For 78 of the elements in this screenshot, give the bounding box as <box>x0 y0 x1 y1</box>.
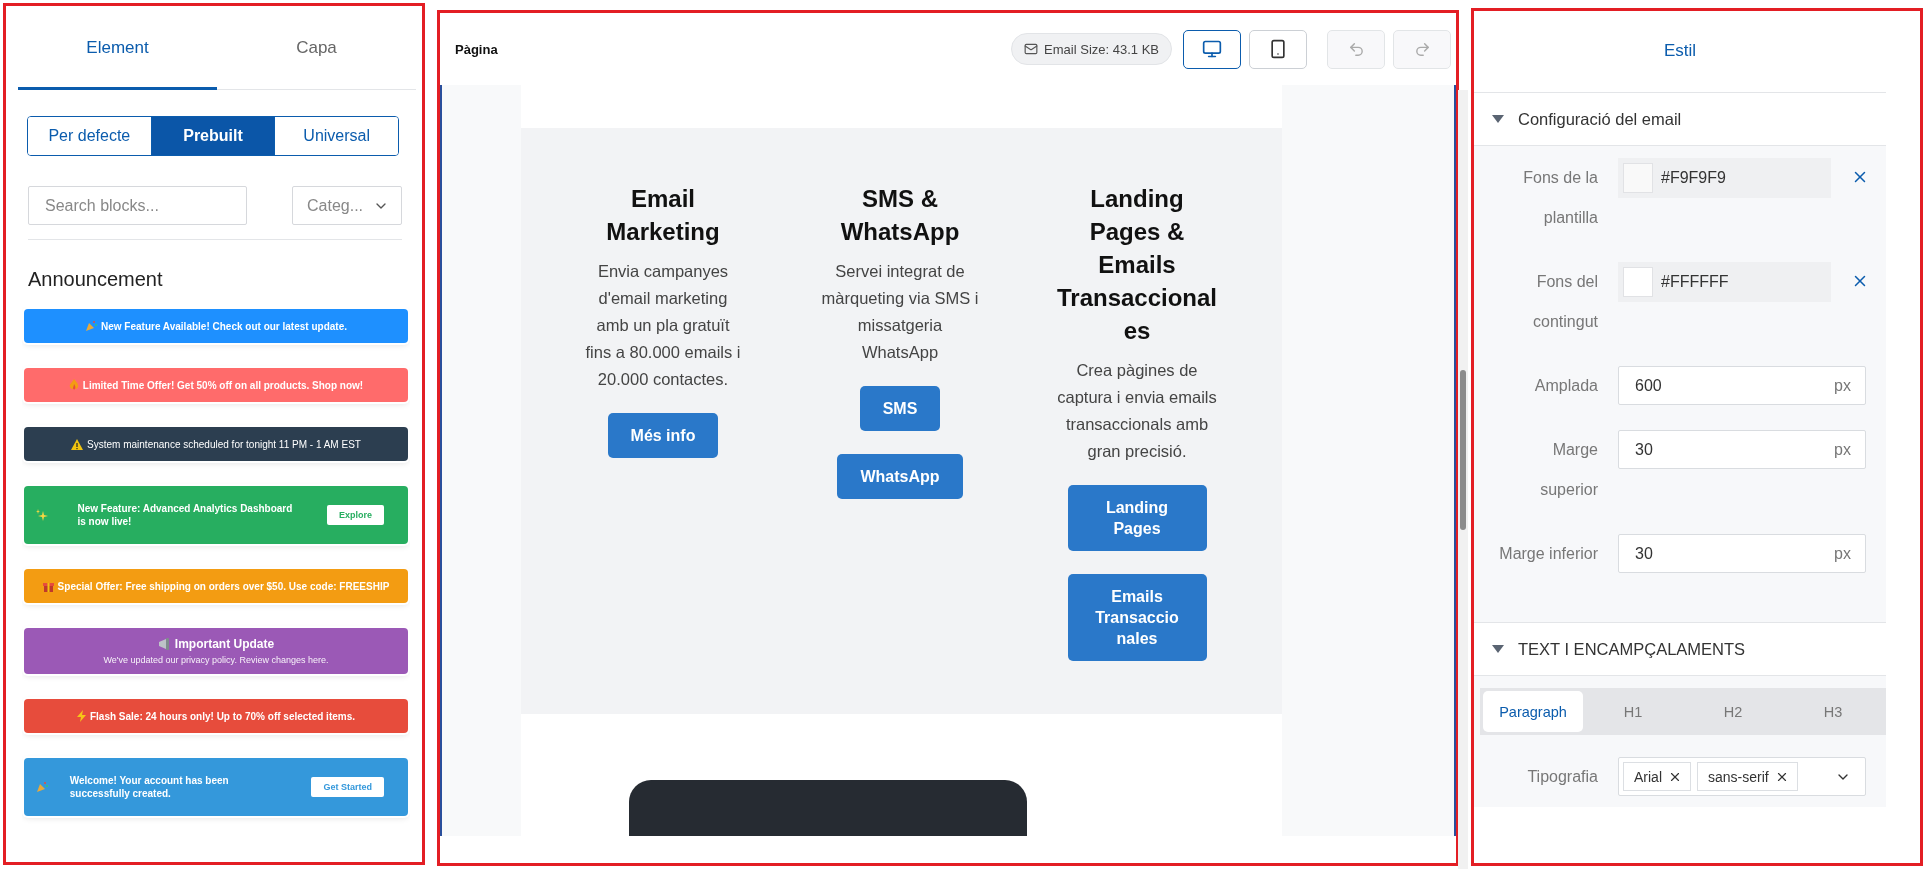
smartphone-icon <box>1268 39 1288 59</box>
color-swatch[interactable] <box>1623 163 1653 193</box>
page-title: Pàgina <box>455 41 499 57</box>
color-swatch[interactable] <box>1623 267 1653 297</box>
color-value: #F9F9F9 <box>1661 169 1726 187</box>
monitor-icon <box>1202 39 1222 59</box>
panel-tab[interactable]: Estil <box>1474 11 1886 93</box>
heading-tab[interactable]: H1 <box>1583 691 1683 732</box>
heading-tab[interactable]: H2 <box>1683 691 1783 732</box>
caret-icon[interactable] <box>1492 645 1504 653</box>
block-text: System maintenance scheduled for tonight 11 PM - 1 AM EST <box>87 438 361 450</box>
heading-tab[interactable]: H3 <box>1783 691 1883 732</box>
field-label: Marge superior <box>1539 440 1598 500</box>
unit-label: px <box>1834 544 1851 563</box>
announcement-block[interactable]: Flash Sale: 24 hours only! Up to 70% off selected items. <box>24 699 408 733</box>
font-select[interactable]: Arial sans-serif <box>1618 757 1866 796</box>
block-text: Special Offer: Free shipping on orders over $50. Use code: FREESHIP <box>57 580 390 592</box>
column-text: Crea pàgines de captura i envia emails transaccionals amb gran precisió. <box>1057 360 1217 462</box>
category-select[interactable]: Categ... <box>292 186 402 225</box>
column-title: Email Marketing <box>605 184 721 247</box>
block-text: Welcome! Your account has been successfully created. <box>69 774 230 800</box>
caret-icon[interactable] <box>1492 115 1504 123</box>
field-label: Fons del contingut <box>1532 272 1598 332</box>
block-button: Explore <box>326 505 384 525</box>
number-field[interactable]: 600 px <box>1618 366 1866 405</box>
block-text: New Feature Available! Check out our latest update. <box>101 320 347 332</box>
flame-icon <box>68 379 79 391</box>
column-text: Envia campanyes d'email marketing amb un pla gratuït fins a 80.000 emails i 20.000 contactes. <box>584 261 742 390</box>
email-button[interactable]: Emails Transaccionales <box>1067 574 1207 661</box>
column-text: Servei integrat de màrqueting via SMS i missatgeria WhatsApp <box>820 261 980 363</box>
block-button: Get Started <box>311 777 384 797</box>
announcement-block[interactable]: Important Update We've updated our privacy policy. Review changes here. <box>24 628 408 674</box>
section-header[interactable]: Configuració del email <box>1518 109 1682 129</box>
announcement-block[interactable]: System maintenance scheduled for tonight 11 PM - 1 AM EST <box>24 427 408 461</box>
color-field[interactable]: #FFFFFF <box>1618 262 1831 302</box>
unit-label: px <box>1834 376 1851 395</box>
field-label: Marge inferior <box>1498 544 1598 564</box>
scrollbar[interactable] <box>1458 90 1468 869</box>
gift-icon <box>42 580 54 592</box>
field-label: Amplada <box>1533 376 1598 396</box>
font-tag[interactable]: Arial <box>1623 762 1691 791</box>
undo-icon <box>1347 40 1365 58</box>
megaphone-icon <box>157 638 172 650</box>
device-button[interactable] <box>1183 29 1241 69</box>
color-value: #FFFFFF <box>1661 273 1729 291</box>
email-size-badge: Email Size: 43.1 KB <box>1011 33 1172 65</box>
sparkles-icon <box>36 509 48 521</box>
segment-button[interactable]: Prebuilt <box>150 117 275 155</box>
font-tag[interactable]: sans-serif <box>1697 762 1798 791</box>
email-button[interactable]: WhatsApp <box>837 454 963 499</box>
panel-tab[interactable]: Capa <box>217 8 416 90</box>
search-field[interactable]: Search blocks... <box>28 186 247 225</box>
redo-icon <box>1413 40 1431 58</box>
column-title: Landing Pages & Emails Transaccionales <box>1055 184 1219 346</box>
field-label: Fons de la plantilla <box>1522 168 1598 228</box>
email-button[interactable]: Landing Pages <box>1067 485 1207 551</box>
party-popper-icon <box>36 781 48 793</box>
section-title: Announcement <box>28 268 164 291</box>
email-button[interactable]: SMS <box>859 386 941 431</box>
field-label: Tipografia <box>1526 767 1598 787</box>
section-header[interactable]: TEXT I ENCAMPÇALAMENTS <box>1518 639 1746 659</box>
block-text: New Feature: Advanced Analytics Dashboard is now live! <box>77 502 294 528</box>
number-field[interactable]: 30 px <box>1618 534 1866 573</box>
panel-tab[interactable]: Element <box>18 8 217 90</box>
block-subtitle: We've updated our privacy policy. Review changes here. <box>103 655 329 665</box>
column-title: SMS & WhatsApp <box>839 184 961 247</box>
heading-tab[interactable]: Paragraph <box>1483 691 1583 732</box>
unit-label: px <box>1834 440 1851 459</box>
lightning-icon <box>76 710 86 722</box>
color-field[interactable]: #F9F9F9 <box>1618 158 1831 198</box>
warning-icon <box>71 438 84 450</box>
block-text: Limited Time Offer! Get 50% off on all products. Shop now! <box>82 379 364 391</box>
number-field[interactable]: 30 px <box>1618 430 1866 469</box>
email-button[interactable]: Més info <box>607 413 719 458</box>
block-title: Important Update <box>157 637 275 651</box>
block-text: Flash Sale: 24 hours only! Up to 70% off selected items. <box>89 710 356 722</box>
segment-button[interactable]: Universal <box>274 117 398 155</box>
party-popper-icon <box>85 320 97 332</box>
